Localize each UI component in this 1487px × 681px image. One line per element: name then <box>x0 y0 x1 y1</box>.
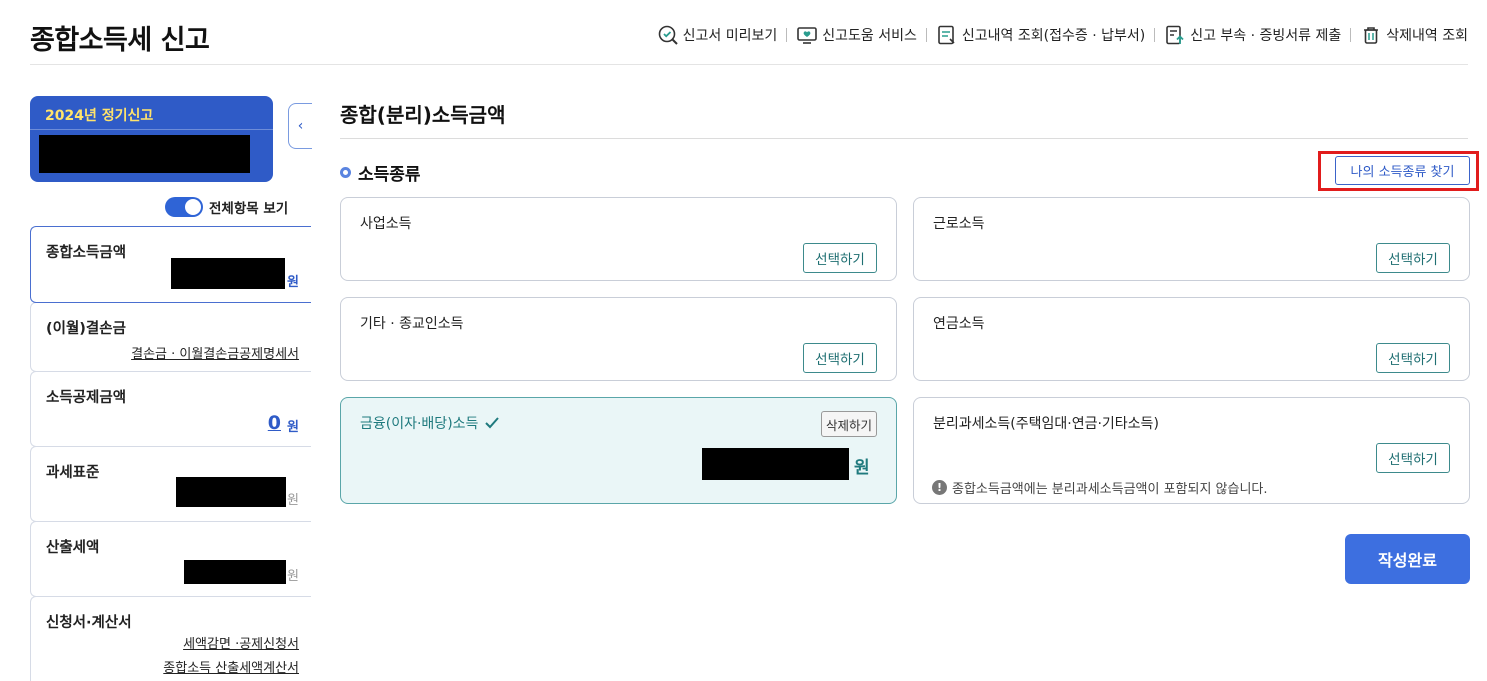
year-card-divider <box>30 129 273 130</box>
filing-year-title: 2024년 정기신고 <box>45 108 154 124</box>
income-card-financial: 금융(이자·배당)소득 삭제하기 원 <box>340 397 897 504</box>
checkmark-icon <box>485 417 500 429</box>
section-divider <box>340 138 1468 139</box>
sidebar-item-income-deduction[interactable]: 소득공제금액 0 원 <box>30 371 311 447</box>
magnifier-check-icon <box>658 25 678 45</box>
section-title: 종합(분리)소득금액 <box>340 103 506 127</box>
nav-separator <box>1350 28 1352 42</box>
show-all-toggle-row[interactable]: 전체항목 보기 <box>165 197 288 217</box>
sidebar-steps: 종합소득금액 원 (이월)결손금 결손금 · 이월결손금공제명세서 소득공제금액… <box>30 226 311 681</box>
select-business-income-button[interactable]: 선택하기 <box>803 243 877 273</box>
nav-deleted-history-link[interactable]: 삭제내역 조회 <box>1360 24 1468 46</box>
select-pension-income-button[interactable]: 선택하기 <box>1376 343 1450 373</box>
separate-tax-notice: ! 종합소득금액에는 분리과세소득금액이 포함되지 않습니다. <box>932 478 1268 497</box>
income-card-label-row: 금융(이자·배당)소득 <box>360 413 500 433</box>
sidebar-item-label: 산출세액 <box>46 540 100 556</box>
nav-preview-link[interactable]: 신고서 미리보기 <box>657 24 778 46</box>
income-card-pension: 연금소득 선택하기 <box>913 297 1470 381</box>
top-nav: 신고서 미리보기 신고도움 서비스 신고내역 조회(접수증 · 납부서) 신고 … <box>657 24 1468 46</box>
redacted-amount <box>171 258 285 289</box>
income-card-wage: 근로소득 선택하기 <box>913 197 1470 281</box>
income-card-label: 사업소득 <box>360 216 412 232</box>
income-card-label: 금융(이자·배당)소득 <box>360 416 479 432</box>
nav-deleted-history-label: 삭제내역 조회 <box>1386 28 1468 44</box>
income-card-label: 분리과세소득(주택임대·연금·기타소득) <box>933 416 1159 432</box>
sidebar-item-label: 과세표준 <box>46 465 100 481</box>
sidebar-item-label: 소득공제금액 <box>46 390 127 406</box>
income-card-separate-tax: 분리과세소득(주택임대·연금·기타소득) 선택하기 ! 종합소득금액에는 분리과… <box>913 397 1470 504</box>
chevron-left-icon: ‹ <box>297 118 304 134</box>
nav-separator <box>925 28 927 42</box>
exclamation-icon: ! <box>932 480 947 495</box>
delete-financial-income-button[interactable]: 삭제하기 <box>821 411 877 437</box>
nav-submit-docs-link[interactable]: 신고 부속 · 증빙서류 제출 <box>1164 24 1341 46</box>
nav-separator <box>1154 28 1156 42</box>
monitor-heart-icon <box>797 27 818 44</box>
redacted-amount <box>702 448 849 480</box>
currency-unit: 원 <box>287 420 299 435</box>
trash-icon <box>1364 27 1379 44</box>
nav-submit-docs-label: 신고 부속 · 증빙서류 제출 <box>1190 28 1342 44</box>
computed-tax-statement-link[interactable]: 종합소득 산출세액계산서 <box>163 657 299 676</box>
income-type-heading: 소득종류 <box>340 160 421 185</box>
income-card-label: 근로소득 <box>933 216 985 232</box>
sidebar-item-tax-base[interactable]: 과세표준 원 <box>30 446 311 522</box>
income-card-label: 연금소득 <box>933 316 985 332</box>
currency-unit: 원 <box>287 275 299 290</box>
income-type-heading-label: 소득종류 <box>358 165 421 185</box>
income-deduction-value[interactable]: 0 <box>268 412 281 434</box>
sidebar-item-computed-tax[interactable]: 산출세액 원 <box>30 521 311 597</box>
document-list-icon <box>938 25 955 45</box>
nav-preview-label: 신고서 미리보기 <box>682 28 778 44</box>
page-title: 종합소득세 신고 <box>30 25 210 56</box>
header-divider <box>30 64 1468 65</box>
tax-reduction-application-link[interactable]: 세액감면 ·공제신청서 <box>183 633 299 652</box>
document-upload-icon <box>1166 25 1184 45</box>
loss-statement-link[interactable]: 결손금 · 이월결손금공제명세서 <box>131 343 299 362</box>
redacted-amount <box>176 477 286 507</box>
sidebar-item-label: (이월)결손금 <box>46 321 126 337</box>
currency-unit: 원 <box>287 493 299 508</box>
nav-help-service-link[interactable]: 신고도움 서비스 <box>796 24 917 46</box>
nav-history-label: 신고내역 조회(접수증 · 납부서) <box>961 28 1146 44</box>
sidebar-item-label: 신청서·계산서 <box>46 615 132 631</box>
nav-history-link[interactable]: 신고내역 조회(접수증 · 납부서) <box>936 24 1145 46</box>
currency-unit: 원 <box>854 458 870 478</box>
find-my-income-type-button[interactable]: 나의 소득종류 찾기 <box>1335 156 1470 185</box>
income-card-other-religious: 기타 · 종교인소득 선택하기 <box>340 297 897 381</box>
separate-tax-notice-text: 종합소득금액에는 분리과세소득금액이 포함되지 않습니다. <box>952 482 1268 497</box>
nav-separator <box>786 28 788 42</box>
income-card-business: 사업소득 선택하기 <box>340 197 897 281</box>
filing-year-card: 2024년 정기신고 <box>30 96 273 182</box>
currency-unit: 원 <box>287 569 299 584</box>
nav-help-service-label: 신고도움 서비스 <box>822 28 917 44</box>
bullet-circle-icon <box>340 167 351 178</box>
sidebar-collapse-button[interactable]: ‹ <box>288 103 312 149</box>
redacted-taxpayer-info <box>39 135 250 173</box>
select-wage-income-button[interactable]: 선택하기 <box>1376 243 1450 273</box>
select-separate-tax-income-button[interactable]: 선택하기 <box>1376 443 1450 473</box>
redacted-amount <box>184 560 286 584</box>
sidebar-item-applications[interactable]: 신청서·계산서 세액감면 ·공제신청서 종합소득 산출세액계산서 <box>30 596 311 681</box>
complete-button[interactable]: 작성완료 <box>1345 534 1470 584</box>
sidebar-item-total-income[interactable]: 종합소득금액 원 <box>30 226 311 303</box>
income-card-label: 기타 · 종교인소득 <box>360 316 464 332</box>
select-other-income-button[interactable]: 선택하기 <box>803 343 877 373</box>
show-all-toggle[interactable] <box>165 197 203 217</box>
show-all-toggle-label: 전체항목 보기 <box>209 201 289 217</box>
sidebar-item-label: 종합소득금액 <box>46 245 127 261</box>
sidebar-item-loss-carryover[interactable]: (이월)결손금 결손금 · 이월결손금공제명세서 <box>30 302 311 372</box>
